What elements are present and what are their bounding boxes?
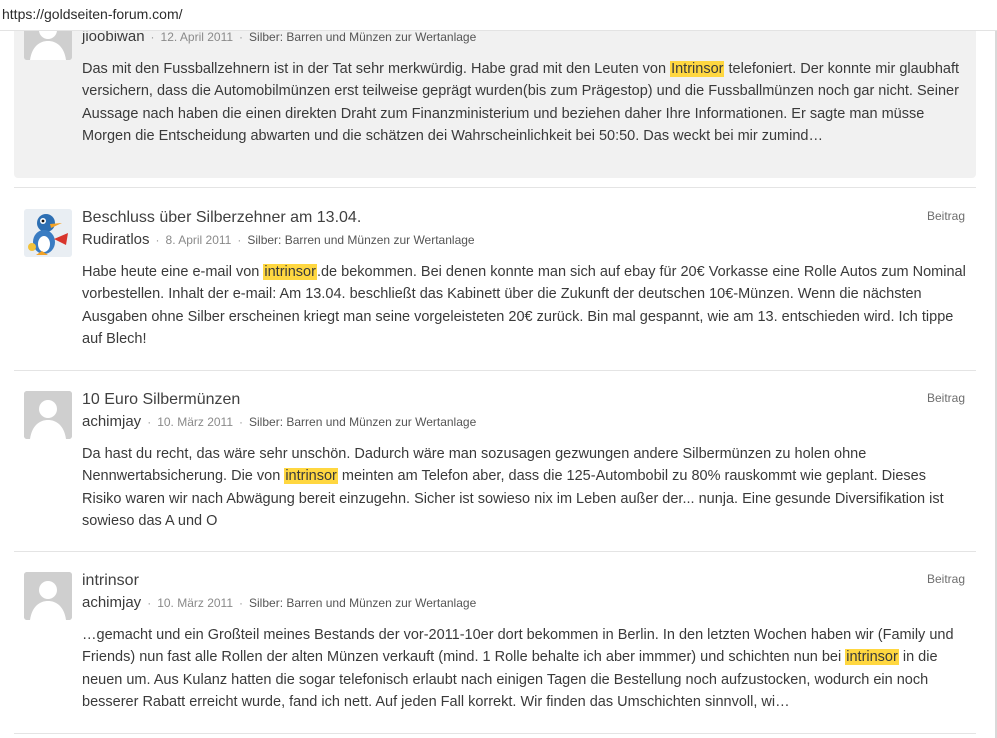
post-title-link[interactable]: Beschluss über Silberzehner am 13.04. — [82, 209, 361, 227]
divider — [14, 733, 976, 734]
post-meta: achimjay · 10. März 2011 · Silber: Barren un… — [82, 594, 477, 611]
post-forum-link[interactable]: Silber: Barren und Münzen zur Wertanlage — [249, 596, 476, 610]
search-term-highlight: intrinsor — [845, 649, 899, 666]
post-date: 12. April 2011 — [160, 30, 234, 44]
post-snippet: Habe heute eine e-mail von intrinsor.de … — [82, 264, 966, 347]
divider — [14, 370, 976, 371]
address-url[interactable]: https://goldseiten-forum.com/ — [2, 6, 183, 22]
post-type-label: Beitrag — [926, 391, 965, 405]
divider — [14, 551, 976, 552]
post-meta: achimjay · 10. März 2011 · Silber: Barren un… — [82, 413, 477, 430]
post-item[interactable]: 10 Euro Silbermünzen Beitrag achimjay · 10… — [14, 382, 976, 552]
post-snippet: …gemacht und ein Großteil meines Bestand… — [82, 627, 954, 710]
post-title-link[interactable]: intrinsor — [82, 572, 139, 590]
default-avatar-icon[interactable] — [24, 572, 72, 620]
post-forum-link[interactable]: Silber: Barren und Münzen zur Wertanlage — [249, 30, 476, 44]
post-type-label: Beitrag — [926, 209, 965, 223]
post-author-link[interactable]: achimjay — [82, 594, 141, 611]
cartoon-bird-avatar-icon[interactable] — [24, 209, 72, 257]
post-meta: Rudiratlos · 8. April 2011 · Silber: Barren … — [82, 231, 475, 248]
post-snippet: Da hast du recht, das wäre sehr unschön.… — [82, 446, 944, 529]
post-item[interactable]: intrinsor Beitrag achimjay · 10. März 2011… — [14, 563, 976, 738]
post-forum-link[interactable]: Silber: Barren und Münzen zur Wertanlage — [249, 415, 476, 429]
post-snippet: Das mit den Fussballzehnern ist in der T… — [82, 61, 960, 144]
divider — [14, 187, 976, 188]
post-item[interactable]: Beschluss über Silberzehner am 13.04. Be… — [14, 200, 976, 370]
post-date: 10. März 2011 — [157, 596, 234, 610]
post-date: 8. April 2011 — [165, 233, 232, 247]
search-term-highlight: intrinsor — [263, 264, 317, 280]
post-title-link[interactable]: 10 Euro Silbermünzen — [82, 391, 240, 409]
search-term-highlight: intrinsor — [284, 468, 338, 485]
post-date: 10. März 2011 — [157, 415, 234, 429]
post-author-link[interactable]: achimjay — [82, 413, 141, 430]
default-avatar-icon[interactable] — [24, 391, 72, 439]
post-forum-link[interactable]: Silber: Barren und Münzen zur Wertanlage — [247, 233, 474, 247]
post-author-link[interactable]: Rudiratlos — [82, 231, 150, 248]
search-term-highlight: Intrinsor — [670, 61, 725, 77]
address-bar[interactable]: https://goldseiten-forum.com/ — [0, 0, 997, 31]
post-type-label: Beitrag — [926, 572, 965, 586]
